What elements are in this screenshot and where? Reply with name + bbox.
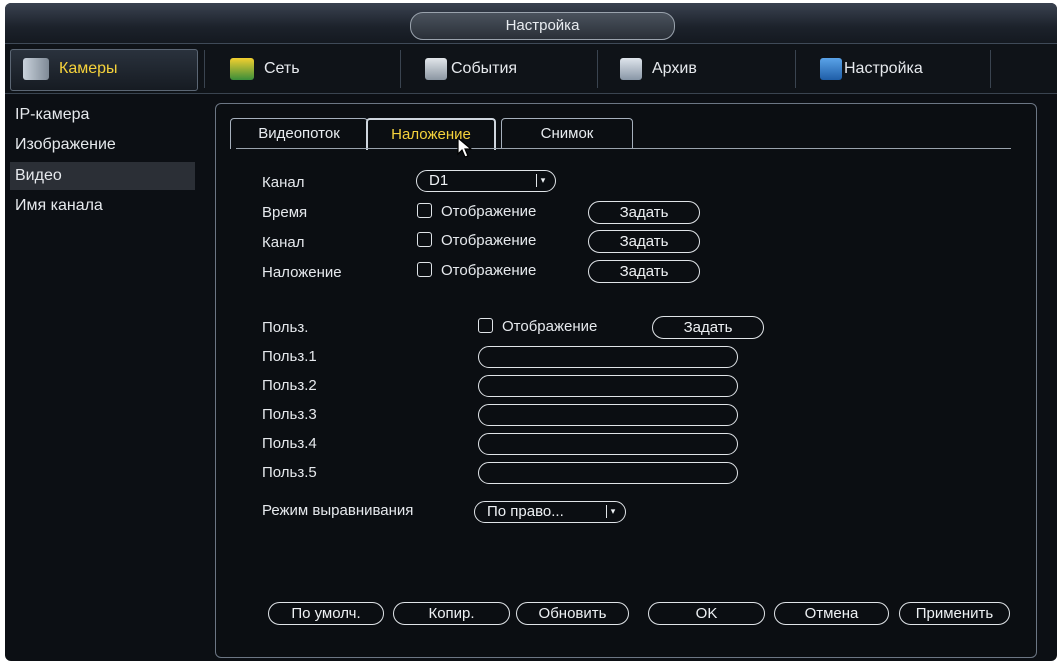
chevron-down-icon: ▾ bbox=[606, 505, 619, 518]
camera-icon bbox=[23, 57, 49, 80]
sidebar-item-video[interactable]: Видео bbox=[10, 162, 195, 190]
time-display-label: Отображение bbox=[441, 203, 537, 220]
menu-divider bbox=[795, 50, 796, 88]
align-mode-value: По право... bbox=[487, 503, 564, 520]
channel-value: D1 bbox=[429, 172, 449, 189]
main-menu: Камеры Сеть События Архив Настройка bbox=[5, 44, 1057, 94]
overlay-panel: Видеопоток Наложение Снимок Канал D1 ▾ В… bbox=[215, 103, 1037, 658]
refresh-button[interactable]: Обновить bbox=[516, 602, 629, 625]
sidebar-item-image[interactable]: Изображение bbox=[10, 131, 195, 159]
time-label: Время bbox=[262, 204, 308, 221]
title-bar: Настройка bbox=[5, 3, 1057, 44]
menu-divider bbox=[990, 50, 991, 88]
overlay-label: Наложение bbox=[262, 264, 342, 281]
user-text-field-3[interactable] bbox=[478, 404, 738, 426]
channel-display-label: Отображение bbox=[441, 232, 537, 249]
user-text-field-2[interactable] bbox=[478, 375, 738, 397]
events-icon bbox=[425, 57, 447, 80]
default-button[interactable]: По умолч. bbox=[268, 602, 384, 625]
user-text-field-5[interactable] bbox=[478, 462, 738, 484]
settings-icon bbox=[820, 57, 842, 80]
tab-video-stream[interactable]: Видеопоток bbox=[230, 118, 368, 149]
cancel-button[interactable]: Отмена bbox=[774, 602, 889, 625]
menu-item-label: Архив bbox=[652, 59, 697, 77]
overlay-display-checkbox[interactable] bbox=[417, 262, 432, 277]
tab-snapshot[interactable]: Снимок bbox=[501, 118, 633, 149]
user-display-checkbox[interactable] bbox=[478, 318, 493, 333]
channel-set-button[interactable]: Задать bbox=[588, 230, 700, 253]
sidebar-item-ip-camera[interactable]: IP-камера bbox=[10, 101, 195, 129]
menu-item-archive[interactable]: Архив bbox=[620, 49, 697, 88]
channel-label: Канал bbox=[262, 174, 305, 191]
align-mode-label: Режим выравнивания bbox=[262, 502, 414, 519]
copy-button[interactable]: Копир. bbox=[393, 602, 510, 625]
tab-underline bbox=[236, 148, 1011, 149]
sidebar: IP-камера Изображение Видео Имя канала bbox=[5, 95, 200, 661]
window-title: Настройка bbox=[410, 12, 675, 40]
time-set-button[interactable]: Задать bbox=[588, 201, 700, 224]
overlay-set-button[interactable]: Задать bbox=[588, 260, 700, 283]
menu-item-settings[interactable]: Настройка bbox=[820, 49, 923, 88]
menu-divider bbox=[597, 50, 598, 88]
menu-item-cameras[interactable]: Камеры bbox=[23, 49, 118, 88]
user-field-label-2: Польз.2 bbox=[262, 377, 317, 394]
user-text-field-1[interactable] bbox=[478, 346, 738, 368]
menu-item-events[interactable]: События bbox=[425, 49, 517, 88]
channel-overlay-label: Канал bbox=[262, 234, 305, 251]
time-display-checkbox[interactable] bbox=[417, 203, 432, 218]
archive-icon bbox=[620, 57, 642, 80]
user-field-label-3: Польз.3 bbox=[262, 406, 317, 423]
tab-overlay[interactable]: Наложение bbox=[366, 118, 496, 150]
user-text-field-4[interactable] bbox=[478, 433, 738, 455]
settings-window: Настройка Камеры Сеть События Архив Наст… bbox=[5, 3, 1057, 661]
sidebar-item-channel-name[interactable]: Имя канала bbox=[10, 192, 195, 220]
menu-item-network[interactable]: Сеть bbox=[230, 49, 300, 88]
chevron-down-icon: ▾ bbox=[536, 174, 549, 187]
overlay-display-label: Отображение bbox=[441, 262, 537, 279]
network-icon bbox=[230, 57, 254, 80]
user-field-label-5: Польз.5 bbox=[262, 464, 317, 481]
channel-select[interactable]: D1 ▾ bbox=[416, 170, 556, 192]
menu-item-label: Настройка bbox=[844, 59, 923, 77]
align-mode-select[interactable]: По право... ▾ bbox=[474, 501, 626, 523]
user-label: Польз. bbox=[262, 319, 309, 336]
user-set-button[interactable]: Задать bbox=[652, 316, 764, 339]
menu-item-label: События bbox=[451, 59, 518, 77]
user-field-label-4: Польз.4 bbox=[262, 435, 317, 452]
menu-divider bbox=[204, 50, 205, 88]
apply-button[interactable]: Применить bbox=[899, 602, 1010, 625]
menu-divider bbox=[400, 50, 401, 88]
ok-button[interactable]: OK bbox=[648, 602, 765, 625]
menu-item-label: Камеры bbox=[59, 59, 118, 77]
menu-item-label: Сеть bbox=[264, 59, 300, 77]
user-field-label-1: Польз.1 bbox=[262, 348, 317, 365]
channel-display-checkbox[interactable] bbox=[417, 232, 432, 247]
user-display-label: Отображение bbox=[502, 318, 598, 335]
